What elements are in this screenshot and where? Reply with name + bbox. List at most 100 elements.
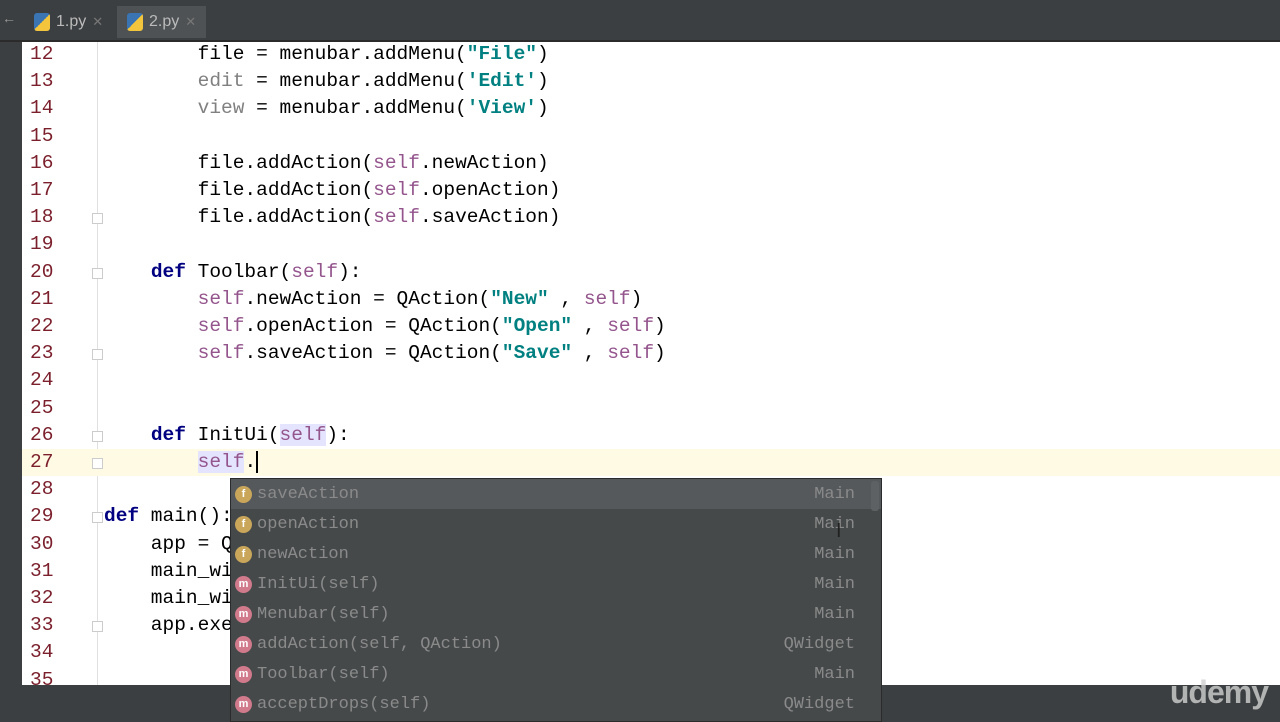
code-token: ) [654,315,666,337]
code-line[interactable]: 24 [22,367,1280,394]
code-token: self [607,342,655,365]
fold-marker-icon[interactable] [92,512,103,524]
line-number: 19 [30,233,54,256]
code-token: self [373,206,420,229]
code-token: main_wi [104,559,233,582]
tab-1py[interactable]: 1.py ✕ [24,6,113,38]
code-line[interactable]: 14 view = menubar.addMenu('View') [22,95,1280,122]
udemy-watermark-logo: udemy [1169,674,1269,710]
code-text: def Toolbar(self): [104,259,362,286]
popup-scrollbar[interactable] [871,481,879,511]
close-icon[interactable]: ✕ [92,14,103,30]
completion-name: addAction(self, QAction) [257,634,502,654]
code-text: file.addAction(self.openAction) [104,177,561,204]
back-arrow-icon[interactable]: ← [2,10,16,26]
completion-name: newAction [257,544,349,564]
line-number: 33 [30,614,54,637]
code-token: self [197,451,245,473]
method-icon: m [235,605,252,623]
code-token: = menubar.addMenu( [244,70,467,93]
fold-marker-icon[interactable] [92,267,103,279]
code-line[interactable]: 17 file.addAction(self.openAction) [22,177,1280,204]
code-token: .newAction = QAction( [244,287,491,310]
code-token: , [572,315,608,337]
code-line[interactable]: 15 [22,123,1280,150]
field-icon: f [235,485,252,503]
line-number: 25 [30,396,54,419]
code-token: ) [537,70,549,93]
tab-2py[interactable]: 2.py ✕ [117,6,207,38]
code-line[interactable]: 19 [22,231,1280,258]
code-line[interactable]: 20 def Toolbar(self): [22,259,1280,286]
code-token: "File" [466,43,537,65]
fold-marker-icon[interactable] [92,349,103,361]
completion-owner: Main [814,544,855,564]
code-line[interactable]: 18 file.addAction(self.saveAction) [22,204,1280,231]
completion-item[interactable]: f saveAction Main [231,479,881,509]
completion-item[interactable]: f openAction Main [231,509,881,539]
fold-marker-icon[interactable] [92,430,103,442]
code-token: main(): [139,505,233,528]
code-token: . [244,451,257,473]
code-token: app = Q [104,532,233,555]
completion-owner: Main [814,484,855,504]
completion-item[interactable]: m InitUi(self) Main [231,569,881,599]
python-file-icon [34,13,50,31]
code-line[interactable]: 16 file.addAction(self.newAction) [22,150,1280,177]
code-text: def InitUi(self): [104,422,350,449]
autocomplete-popup: f saveAction Main f openAction Main f newAction… [230,478,882,722]
code-line[interactable]: 23 self.saveAction = QAction("Save" , se… [22,340,1280,367]
text-cursor-icon: I [836,520,842,542]
method-icon: m [235,575,252,593]
completion-item[interactable]: m Menubar(self) Main [231,599,881,629]
completion-item[interactable]: m addAction(self, QAction) QWidget [231,629,881,659]
fold-marker-icon[interactable] [92,621,103,633]
code-text: self.newAction = QAction("New" , self) [104,286,643,313]
code-token: .saveAction = QAction( [244,342,502,365]
line-number: 16 [30,151,54,174]
line-number: 14 [30,97,54,120]
code-token: 'Edit' [466,70,537,93]
fold-marker-icon[interactable] [92,458,103,469]
code-token: file.addAction( [104,151,374,174]
code-line[interactable]: 26 def InitUi(self): [22,422,1280,449]
line-number: 30 [30,532,54,555]
code-text: file.addAction(self.newAction) [104,150,549,177]
line-number: 29 [30,505,54,528]
code-text: self.saveAction = QAction("Save" , self) [104,340,666,367]
line-number: 21 [30,287,54,310]
code-text: edit = menubar.addMenu('Edit') [104,68,549,95]
code-line[interactable]: 27 self. [22,449,1280,476]
code-token: self [197,315,245,337]
completion-item[interactable]: m Toolbar(self) Main [231,659,881,689]
code-line[interactable]: 21 self.newAction = QAction("New" , self… [22,286,1280,313]
code-line[interactable]: 22 self.openAction = QAction("Open" , se… [22,313,1280,340]
fold-marker-icon[interactable] [92,213,103,225]
completion-name: openAction [257,514,360,534]
completion-item[interactable]: m acceptDrops(self) QWidget [231,689,881,719]
code-token: self [373,151,420,174]
code-line[interactable]: 25 [22,395,1280,422]
close-icon[interactable]: ✕ [185,14,196,30]
code-text: file = menubar.addMenu("File") [104,42,549,68]
code-token: ) [630,287,643,310]
editor-tabs: ← 1.py ✕ 2.py ✕ [0,0,1280,42]
code-token: .openAction) [419,179,561,201]
code-token: "Open" [501,315,573,337]
code-line[interactable]: 13 edit = menubar.addMenu('Edit') [22,68,1280,95]
completion-item[interactable]: f newAction Main [231,539,881,569]
field-icon: f [235,545,252,563]
line-number: 12 [30,43,54,65]
completion-owner: QWidget [783,694,855,714]
line-number: 28 [30,478,54,501]
tab-label: 1.py [56,13,87,30]
code-token: file.addAction( [104,179,374,201]
line-number: 31 [30,559,54,582]
code-line[interactable]: 12 file = menubar.addMenu("File") [22,42,1280,68]
code-token: ) [536,43,549,65]
code-token: ): [338,260,362,283]
code-token: InitUi( [185,423,280,446]
